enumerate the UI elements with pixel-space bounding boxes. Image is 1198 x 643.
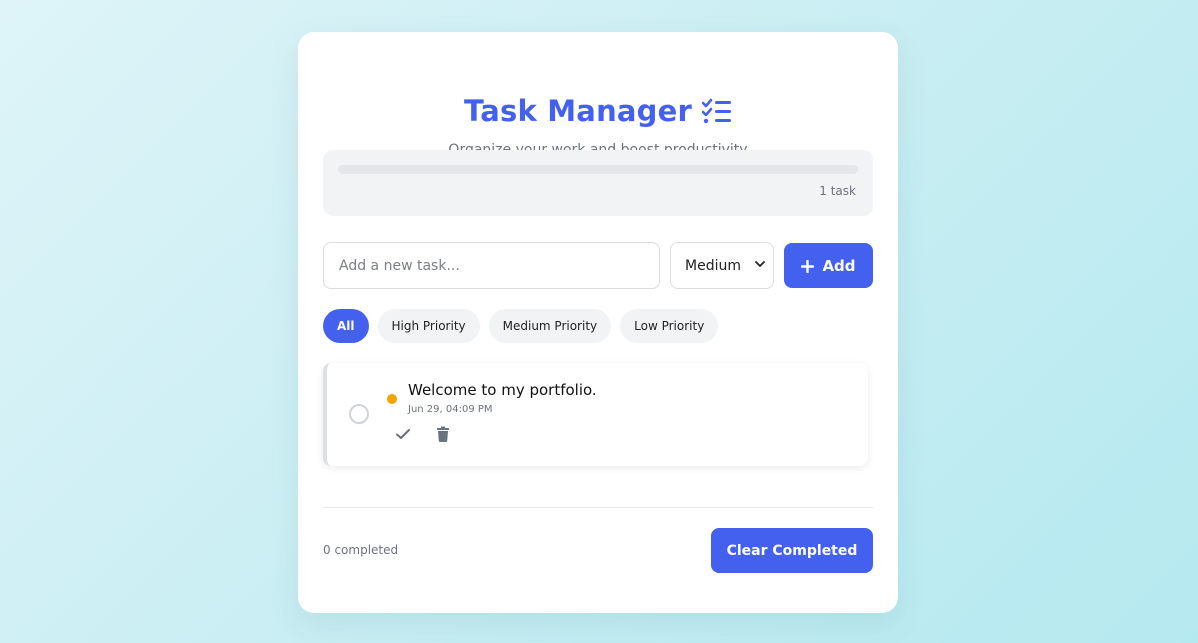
task-count: 1 task bbox=[819, 184, 856, 198]
priority-indicator bbox=[387, 394, 397, 404]
task-manager-card: Task Manager Organize your work and boos… bbox=[298, 32, 898, 613]
header: Task Manager bbox=[298, 94, 898, 128]
new-task-input[interactable] bbox=[323, 242, 660, 289]
add-button-label: Add bbox=[822, 256, 856, 275]
priority-filters: All High Priority Medium Priority Low Pr… bbox=[323, 309, 719, 343]
task-complete-toggle[interactable] bbox=[349, 404, 369, 424]
list-check-icon bbox=[701, 98, 732, 124]
progress-panel: 1 task bbox=[323, 150, 873, 216]
filter-low-priority[interactable]: Low Priority bbox=[620, 309, 719, 343]
filter-medium-priority[interactable]: Medium Priority bbox=[488, 309, 612, 343]
clear-completed-button[interactable]: Clear Completed bbox=[711, 528, 873, 573]
chevron-down-icon bbox=[755, 260, 765, 271]
task-date: Jun 29, 04:09 PM bbox=[408, 404, 493, 415]
progress-bar bbox=[338, 165, 858, 174]
completed-count: 0 completed bbox=[323, 543, 399, 557]
new-task-row: Medium Add bbox=[323, 242, 873, 289]
add-task-button[interactable]: Add bbox=[784, 243, 873, 288]
task-text: Welcome to my portfolio. bbox=[408, 381, 597, 399]
task-item: Welcome to my portfolio. Jun 29, 04:09 P… bbox=[323, 363, 868, 466]
priority-select-value: Medium bbox=[685, 257, 741, 274]
filter-high-priority[interactable]: High Priority bbox=[377, 309, 480, 343]
page-title: Task Manager bbox=[463, 94, 693, 128]
trash-icon[interactable] bbox=[434, 425, 452, 443]
plus-icon bbox=[801, 256, 815, 276]
filter-all[interactable]: All bbox=[323, 309, 369, 343]
divider bbox=[323, 507, 873, 508]
priority-select[interactable]: Medium bbox=[670, 242, 774, 289]
check-icon[interactable] bbox=[394, 425, 412, 443]
